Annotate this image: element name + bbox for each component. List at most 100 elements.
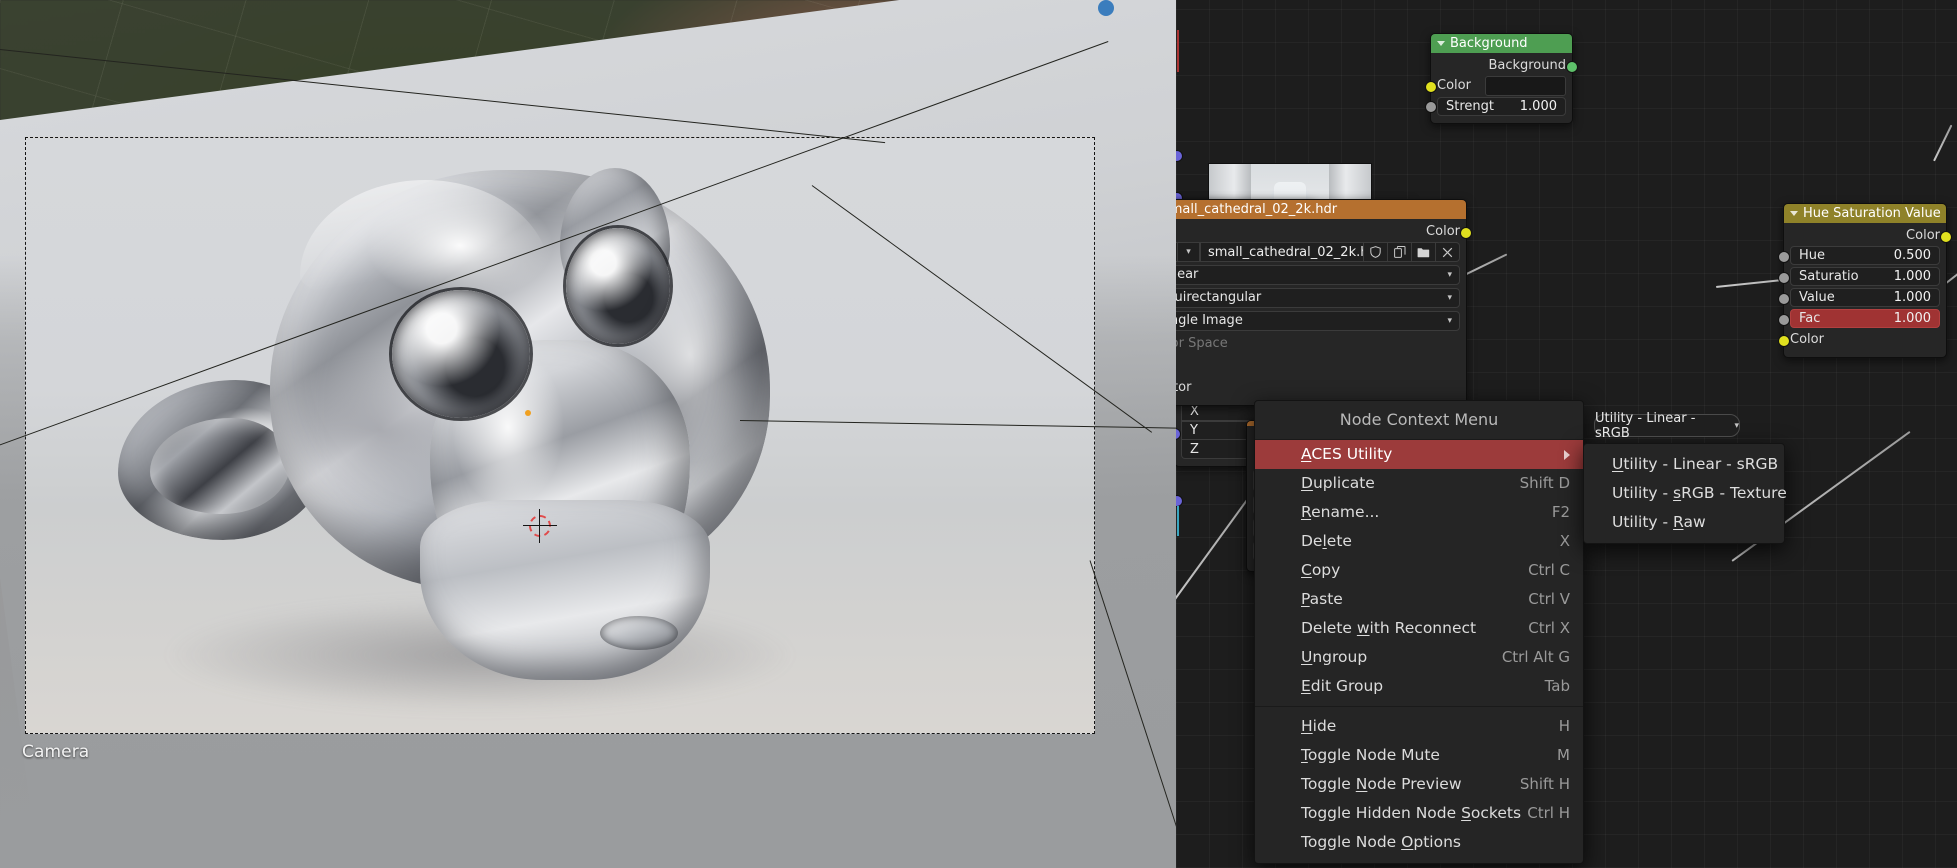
node-environment-texture[interactable]: small_cathedral_02_2k.hdr Color ▾ small_… <box>1176 199 1472 406</box>
context-menu-item-label: Ungroup <box>1301 648 1368 666</box>
env-texture-interpolation-dropdown[interactable]: Linear ▾ <box>1176 265 1460 285</box>
env-texture-output-color-socket[interactable] <box>1460 227 1472 239</box>
background-color-socket[interactable] <box>1425 81 1437 93</box>
chevron-down-icon[interactable]: ▾ <box>1178 242 1200 262</box>
hsv-output-color-socket[interactable] <box>1940 231 1952 243</box>
hsv-saturation-value[interactable]: 1.000 <box>1894 267 1931 286</box>
context-menu-item-edit-group[interactable]: Edit Group Tab <box>1255 672 1583 701</box>
context-menu-item-toggle-node-mute[interactable]: Toggle Node Mute M <box>1255 741 1583 770</box>
env-texture-vector-label: Vector <box>1176 380 1192 395</box>
env-texture-source-dropdown[interactable]: Single Image ▾ <box>1176 311 1460 331</box>
3d-viewport[interactable]: Camera <box>0 0 1176 868</box>
background-output-socket[interactable] <box>1566 61 1578 73</box>
submenu-item-utility-linear-srgb[interactable]: Utility - Linear - sRGB <box>1584 450 1784 479</box>
context-menu-item-label: Toggle Hidden Node Sockets <box>1301 804 1522 822</box>
context-menu-item-label: Toggle Node Preview <box>1301 775 1462 793</box>
aces-utility-submenu[interactable]: Utility - Linear - sRGB Utility - sRGB - … <box>1583 443 1787 544</box>
env-texture-colorspace-label: Color Space <box>1176 336 1228 351</box>
env-texture-interpolation-value: Linear <box>1176 267 1199 282</box>
context-menu-item-aces-utility[interactable]: ACES Utility <box>1255 440 1583 469</box>
context-menu-item-shortcut: Ctrl X <box>1528 619 1570 637</box>
background-color-label: Color <box>1437 78 1471 93</box>
env-texture-header[interactable]: small_cathedral_02_2k.hdr <box>1176 200 1466 219</box>
context-menu-item-shortcut: Shift D <box>1519 474 1570 492</box>
mapping-scale-y-axis: Y <box>1190 423 1198 438</box>
context-menu-item-label: Edit Group <box>1301 677 1384 695</box>
collapse-triangle-icon[interactable] <box>1790 211 1798 216</box>
new-copy-icon[interactable] <box>1388 242 1412 262</box>
node-background-header[interactable]: Background <box>1431 34 1572 53</box>
context-menu-item-shortcut: F2 <box>1551 503 1570 521</box>
node-hue-saturation-value[interactable]: Hue Saturation Value Color Hue 0.500 Satu… <box>1778 203 1952 358</box>
context-menu-item-delete[interactable]: Delete X <box>1255 527 1583 556</box>
env-texture-projection-dropdown[interactable]: Equirectangular ▾ <box>1176 288 1460 308</box>
context-menu-item-toggle-hidden-node-sockets[interactable]: Toggle Hidden Node Sockets Ctrl H <box>1255 799 1583 828</box>
env-texture-image-row[interactable]: ▾ small_cathedral_02_2k.hdr <box>1176 242 1460 262</box>
background-strength-value[interactable]: 1.000 <box>1520 97 1557 116</box>
env-texture-colorspace-label-row: Color Space <box>1176 334 1460 354</box>
hsv-fields: Hue 0.500 Saturatio 1.000 Value 1.000 Fac 1.… <box>1778 246 1940 328</box>
hsv-fac-label: Fac <box>1799 311 1821 326</box>
collapse-triangle-icon[interactable] <box>1437 41 1445 46</box>
context-menu-item-toggle-node-options[interactable]: Toggle Node Options <box>1255 828 1583 857</box>
open-folder-icon[interactable] <box>1412 242 1436 262</box>
colorspace-dropdown-value: Utility - Linear - sRGB <box>1595 410 1696 441</box>
background-strength-label: Strengt <box>1446 98 1494 114</box>
context-menu-item-label: Toggle Node Options <box>1301 833 1461 851</box>
hsv-hue-socket[interactable] <box>1778 251 1790 263</box>
env-texture-image-name[interactable]: small_cathedral_02_2k.hdr <box>1200 242 1364 262</box>
context-menu-item-shortcut: M <box>1557 746 1570 764</box>
context-menu-separator <box>1255 706 1583 707</box>
env-texture-projection-value: Equirectangular <box>1176 290 1262 305</box>
context-menu-item-shortcut: H <box>1558 717 1570 735</box>
hsv-input-color-label: Color <box>1790 332 1824 347</box>
hsv-saturation-socket[interactable] <box>1778 272 1790 284</box>
context-menu-item-shortcut: Shift H <box>1519 775 1570 793</box>
background-color-swatch[interactable] <box>1485 76 1566 96</box>
light-gizmo-dot[interactable] <box>1098 0 1114 16</box>
hsv-value-label: Value <box>1799 290 1835 305</box>
unlink-x-icon[interactable] <box>1436 242 1460 262</box>
offscreen-node-edge-marker-2 <box>1177 506 1179 536</box>
context-menu-item-shortcut: X <box>1559 532 1570 550</box>
node-hsv-header[interactable]: Hue Saturation Value <box>1784 204 1946 223</box>
fake-user-shield-icon[interactable] <box>1364 242 1388 262</box>
context-menu-item-label: Duplicate <box>1301 474 1375 492</box>
context-menu-item-toggle-node-preview[interactable]: Toggle Node Preview Shift H <box>1255 770 1583 799</box>
hsv-fac-socket[interactable] <box>1778 314 1790 326</box>
suzanne-body <box>420 500 710 680</box>
context-menu-item-shortcut: Ctrl C <box>1528 561 1570 579</box>
submenu-item-utility-srgb-texture[interactable]: Utility - sRGB - Texture <box>1584 479 1787 508</box>
background-output-label: Background <box>1488 58 1566 73</box>
context-menu-item-paste[interactable]: Paste Ctrl V <box>1255 585 1583 614</box>
submenu-item-utility-raw[interactable]: Utility - Raw <box>1584 508 1784 537</box>
background-strength-socket[interactable] <box>1425 101 1437 113</box>
suzanne-left-eye <box>392 290 530 418</box>
context-menu-item-shortcut: Ctrl V <box>1528 590 1570 608</box>
node-context-menu[interactable]: Node Context Menu ACES Utility Duplicate S… <box>1254 400 1584 864</box>
context-menu-item-duplicate[interactable]: Duplicate Shift D <box>1255 469 1583 498</box>
submenu-arrow-icon <box>1564 449 1570 460</box>
context-menu-item-rename[interactable]: Rename... F2 <box>1255 498 1583 527</box>
hsv-input-color-socket[interactable] <box>1778 335 1790 347</box>
context-menu-item-label: ACES Utility <box>1301 445 1393 463</box>
node-background[interactable]: Background Background Color Strengt 1.00… <box>1425 33 1578 124</box>
3d-cursor-icon[interactable] <box>523 509 557 543</box>
context-menu-item-label: Delete <box>1301 532 1352 550</box>
context-menu-item-ungroup[interactable]: Ungroup Ctrl Alt G <box>1255 643 1583 672</box>
hsv-value-socket[interactable] <box>1778 293 1790 305</box>
context-menu-item-delete-with-reconnect[interactable]: Delete with Reconnect Ctrl X <box>1255 614 1583 643</box>
colorspace-dropdown-button[interactable]: Utility - Linear - sRGB ▾ <box>1594 411 1740 441</box>
hsv-hue-value[interactable]: 0.500 <box>1894 246 1931 265</box>
context-menu-item-copy[interactable]: Copy Ctrl C <box>1255 556 1583 585</box>
hsv-fac-value[interactable]: 1.000 <box>1894 309 1931 328</box>
hsv-value-value[interactable]: 1.000 <box>1894 288 1931 307</box>
context-menu-items[interactable]: ACES Utility Duplicate Shift D Rename... F2 D… <box>1255 440 1583 857</box>
object-origin-dot <box>525 410 531 416</box>
context-menu-item-shortcut: Ctrl Alt G <box>1501 648 1570 666</box>
context-menu-item-hide[interactable]: Hide H <box>1255 712 1583 741</box>
mapping-scale-z-axis: Z <box>1190 441 1199 457</box>
context-menu-title: Node Context Menu <box>1255 401 1583 440</box>
chevron-down-icon: ▾ <box>1447 293 1452 303</box>
context-menu-item-label: Rename... <box>1301 503 1380 521</box>
